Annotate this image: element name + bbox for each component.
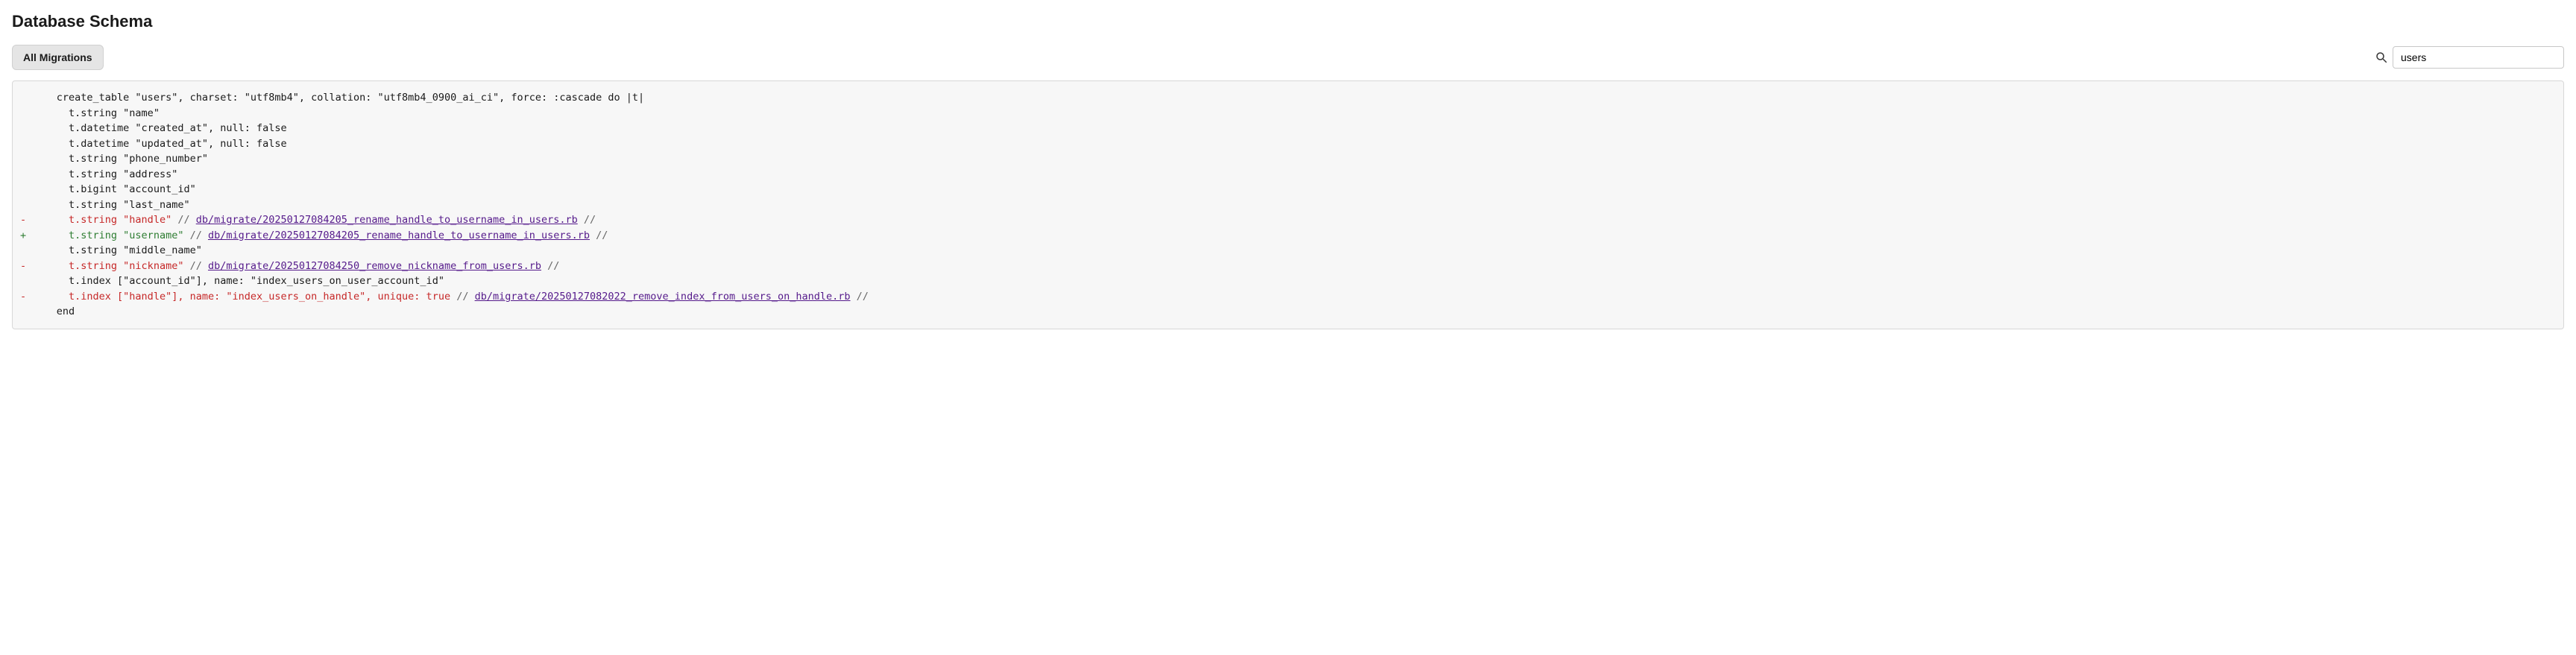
diff-sign (20, 136, 26, 152)
diff-sign (20, 273, 26, 289)
toolbar: All Migrations (12, 45, 2564, 70)
code-line: t.string "middle_name" (20, 243, 2556, 259)
code-text: t.string "nickname" (45, 260, 184, 272)
search-icon (2375, 51, 2388, 64)
comment-separator: // (541, 260, 559, 272)
diff-sign (20, 167, 26, 183)
page-title: Database Schema (12, 12, 2564, 31)
code-line: t.index ["account_id"], name: "index_use… (20, 273, 2556, 289)
diff-sign (20, 197, 26, 213)
migration-link[interactable]: db/migrate/20250127084250_remove_nicknam… (208, 260, 541, 272)
code-text: create_table "users", charset: "utf8mb4"… (45, 92, 645, 104)
search-input[interactable] (2393, 46, 2564, 69)
search-group (2375, 46, 2564, 69)
migration-link[interactable]: db/migrate/20250127084205_rename_handle_… (196, 214, 578, 226)
diff-sign: + (20, 228, 26, 244)
migration-link[interactable]: db/migrate/20250127082022_remove_index_f… (475, 291, 851, 303)
migration-link[interactable]: db/migrate/20250127084205_rename_handle_… (208, 230, 590, 241)
code-text: t.datetime "updated_at", null: false (45, 138, 287, 150)
code-line: t.string "name" (20, 106, 2556, 121)
diff-sign (20, 106, 26, 121)
code-text: t.string "middle_name" (45, 244, 202, 256)
all-migrations-button[interactable]: All Migrations (12, 45, 104, 70)
diff-sign: - (20, 289, 26, 305)
diff-sign (20, 90, 26, 106)
diff-sign (20, 243, 26, 259)
code-line: t.string "last_name" (20, 197, 2556, 213)
code-text: t.index ["account_id"], name: "index_use… (45, 275, 444, 287)
diff-sign: - (20, 259, 26, 274)
code-line: t.datetime "updated_at", null: false (20, 136, 2556, 152)
code-line-removed: - t.index ["handle"], name: "index_users… (20, 289, 2556, 305)
schema-code-panel: create_table "users", charset: "utf8mb4"… (12, 80, 2564, 329)
code-line: t.string "phone_number" (20, 151, 2556, 167)
code-text: t.index ["handle"], name: "index_users_o… (45, 291, 451, 303)
comment-separator: // (183, 230, 208, 241)
comment-separator: // (183, 260, 208, 272)
comment-separator: // (171, 214, 196, 226)
code-line: t.string "address" (20, 167, 2556, 183)
code-text: end (45, 306, 75, 317)
diff-sign (20, 151, 26, 167)
code-text: t.string "address" (45, 168, 178, 180)
code-text: t.string "handle" (45, 214, 172, 226)
diff-sign (20, 121, 26, 136)
code-line-removed: - t.string "handle" // db/migrate/202501… (20, 212, 2556, 228)
code-line-added: + t.string "username" // db/migrate/2025… (20, 228, 2556, 244)
comment-separator: // (450, 291, 475, 303)
code-text: t.string "last_name" (45, 199, 190, 211)
code-line: t.bigint "account_id" (20, 182, 2556, 197)
code-text: t.bigint "account_id" (45, 183, 196, 195)
comment-separator: // (590, 230, 608, 241)
diff-sign (20, 304, 26, 320)
code-line-removed: - t.string "nickname" // db/migrate/2025… (20, 259, 2556, 274)
code-text: t.string "phone_number" (45, 153, 208, 165)
code-text: t.string "name" (45, 107, 160, 119)
code-line: create_table "users", charset: "utf8mb4"… (20, 90, 2556, 106)
diff-sign (20, 182, 26, 197)
code-line: end (20, 304, 2556, 320)
code-line: t.datetime "created_at", null: false (20, 121, 2556, 136)
diff-sign: - (20, 212, 26, 228)
code-text: t.string "username" (45, 230, 184, 241)
code-text: t.datetime "created_at", null: false (45, 122, 287, 134)
comment-separator: // (578, 214, 596, 226)
comment-separator: // (851, 291, 869, 303)
